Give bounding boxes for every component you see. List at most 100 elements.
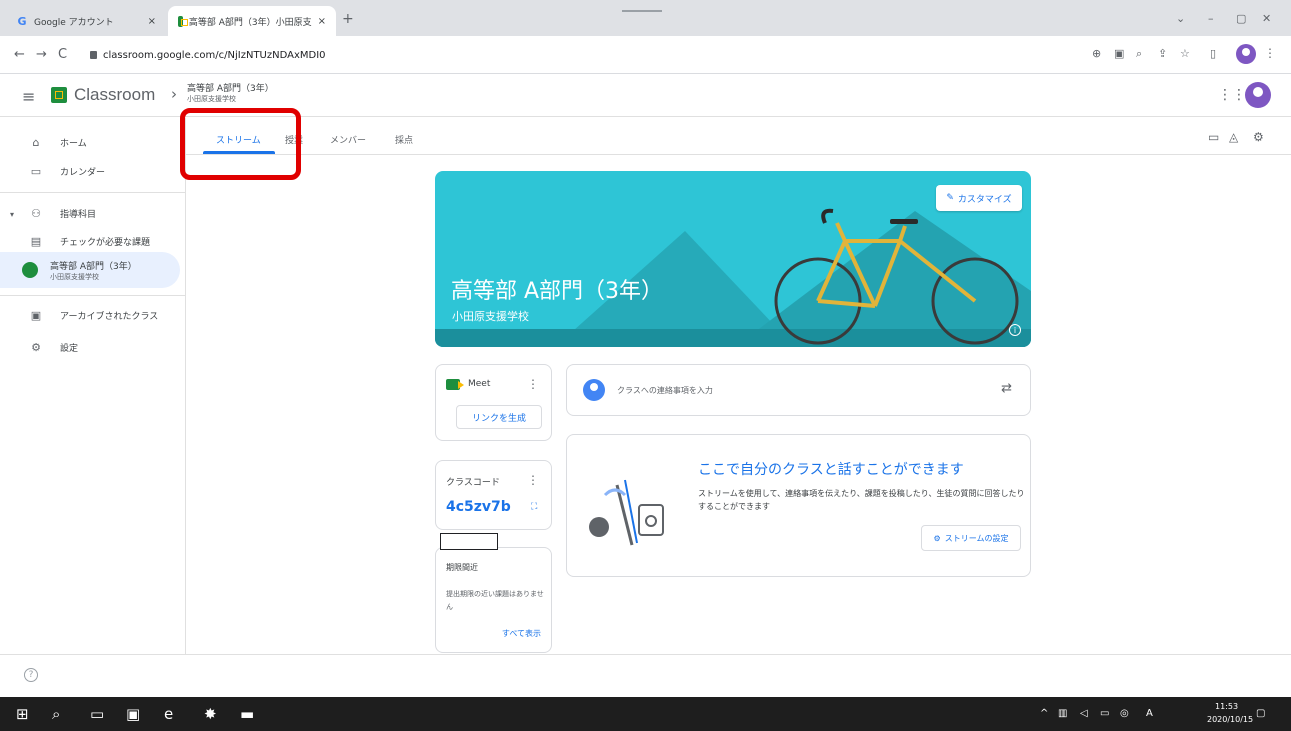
sidebar-item-label: 指導科目	[60, 209, 97, 220]
sidebar: ⌂ ホーム ▭ カレンダー ▾ ⚇ 指導科目 ▤ チェックが必要な課題 高等部 …	[0, 118, 186, 654]
stream-intro-card: ここで自分のクラスと話すことができます ストリームを使用して、連絡事項を伝えたり…	[566, 434, 1031, 577]
new-tab-button[interactable]: +	[342, 11, 354, 27]
network-icon[interactable]: ▥	[1058, 708, 1067, 719]
back-icon[interactable]: ←	[14, 47, 25, 62]
drive-folder-icon[interactable]: ◬	[1229, 130, 1238, 144]
sidebar-item-label: アーカイブされたクラス	[60, 311, 159, 322]
share-icon[interactable]: ⇪	[1158, 47, 1167, 60]
sidebar-item-label: ホーム	[60, 138, 87, 149]
gear-icon: ⚙	[933, 533, 941, 543]
close-window-icon[interactable]: ✕	[1262, 12, 1271, 25]
calendar-icon[interactable]: ▭	[1208, 130, 1219, 144]
zoom-icon[interactable]: ⌕	[1136, 47, 1142, 61]
see-all-link[interactable]: すべて表示	[502, 628, 541, 639]
meet-card: Meet ⋮ リンクを生成	[435, 364, 552, 441]
tab-close-icon[interactable]: ×	[318, 16, 326, 27]
main-menu-icon[interactable]: ≡	[22, 87, 35, 106]
paint-app-icon[interactable]: ✸	[204, 705, 217, 723]
sidebar-item-archived[interactable]: ▣ アーカイブされたクラス	[0, 298, 180, 332]
pencil-icon: ✎	[946, 193, 954, 203]
clock-time[interactable]: 11:53	[1215, 702, 1238, 711]
stream-illustration	[589, 479, 664, 546]
browser-tab-classroom[interactable]: 高等部 A部門（3年）小田原支 ×	[168, 6, 336, 36]
browser-tab-google-account[interactable]: G Google アカウント ×	[6, 6, 166, 36]
breadcrumb-school-name: 小田原支援学校	[187, 95, 236, 103]
file-explorer-icon[interactable]: ▬	[240, 705, 254, 723]
user-avatar	[583, 379, 605, 401]
windows-taskbar: ⊞ ⌕ ▭ ▣ e ✸ ▬ ^ ▥ ◁ ▭ ◎ A 11:53 2020/10/…	[0, 697, 1291, 731]
ime-icon[interactable]: ◎	[1120, 708, 1129, 719]
forward-icon[interactable]: →	[36, 47, 47, 62]
stream-settings-button[interactable]: ⚙ ストリームの設定	[921, 525, 1021, 551]
tab-title: 高等部 A部門（3年）小田原支	[188, 17, 312, 28]
red-highlight-frame	[180, 108, 301, 180]
account-avatar[interactable]	[1245, 82, 1271, 108]
announcement-placeholder[interactable]: クラスへの連絡事項を入力	[617, 385, 713, 396]
class-settings-icon[interactable]: ⚙	[1253, 130, 1264, 144]
sidebar-item-class[interactable]: 高等部 A部門（3年） 小田原支援学校	[0, 252, 180, 288]
search-icon[interactable]: ⌕	[52, 705, 60, 723]
class-code-card: クラスコード ⋮ 4c5zv7b ⛶	[435, 460, 552, 530]
tab-search-icon[interactable]: ⌄	[1176, 12, 1185, 25]
edge-browser-icon[interactable]: e	[164, 705, 173, 723]
sidebar-item-label: カレンダー	[60, 167, 106, 178]
browser-profile-icon[interactable]	[1236, 44, 1256, 64]
notification-icon[interactable]: ▢	[1256, 708, 1265, 719]
class-code-label: クラスコード	[446, 478, 500, 488]
url-text: classroom.google.com/c/NjIzNTUzNDAxMDI0	[103, 49, 326, 61]
tab-title: Google アカウント	[34, 17, 114, 28]
customize-button[interactable]: ✎ カスタマイズ	[936, 185, 1022, 211]
fullscreen-icon[interactable]: ⛶	[531, 502, 537, 512]
info-icon[interactable]: i	[1009, 324, 1021, 336]
tabs-divider	[186, 154, 1291, 155]
classroom-logo-icon[interactable]	[51, 87, 67, 103]
translate-icon[interactable]: ▣	[1114, 47, 1124, 60]
breadcrumb-chevron-icon: ›	[171, 85, 177, 103]
side-panel-icon[interactable]: ▯	[1210, 47, 1216, 60]
tab-people[interactable]: メンバー	[330, 133, 366, 146]
help-icon[interactable]: ?	[24, 668, 38, 682]
people-icon: ⚇	[31, 206, 41, 220]
banner-class-title: 高等部 A部門（3年）	[451, 279, 664, 304]
tab-grades[interactable]: 採点	[395, 133, 413, 146]
upcoming-card: 期限間近 提出期限の近い課題はありません すべて表示	[435, 547, 552, 653]
sidebar-item-label: 設定	[60, 343, 79, 354]
sidebar-divider	[0, 192, 186, 193]
sidebar-item-settings[interactable]: ⚙ 設定	[0, 330, 180, 364]
google-lens-icon[interactable]: ⊕	[1092, 47, 1101, 60]
announcement-box[interactable]: クラスへの連絡事項を入力 ⇄	[566, 364, 1031, 416]
address-bar[interactable]: classroom.google.com/c/NjIzNTUzNDAxMDI0	[80, 42, 1080, 68]
generate-link-button[interactable]: リンクを生成	[456, 405, 542, 429]
tray-chevron-icon[interactable]: ^	[1040, 708, 1048, 719]
speaker-icon[interactable]: ◁	[1080, 708, 1088, 719]
word-app-icon[interactable]: ▣	[126, 705, 140, 723]
minimize-icon[interactable]: –	[1208, 12, 1214, 25]
bookmark-star-icon[interactable]: ☆	[1180, 47, 1190, 60]
sidebar-item-calendar[interactable]: ▭ カレンダー	[0, 154, 180, 188]
class-avatar-icon	[22, 262, 38, 278]
sidebar-divider	[0, 295, 186, 296]
tab-close-icon[interactable]: ×	[148, 16, 156, 27]
clock-date[interactable]: 2020/10/15	[1207, 715, 1253, 724]
app-title[interactable]: Classroom	[74, 85, 155, 105]
browser-menu-icon[interactable]: ⋮	[1264, 46, 1276, 60]
window-drag-handle[interactable]	[622, 10, 662, 12]
redaction-box	[440, 533, 498, 550]
classroom-favicon-icon	[178, 15, 188, 27]
task-view-icon[interactable]: ▭	[90, 705, 104, 723]
page-bottom-divider	[0, 654, 1291, 655]
more-options-icon[interactable]: ⋮	[527, 377, 539, 391]
reload-icon[interactable]: C	[58, 47, 67, 62]
upcoming-label: 期限間近	[446, 563, 478, 572]
breadcrumb-class-name[interactable]: 高等部 A部門（3年）	[187, 81, 274, 94]
language-icon[interactable]: A	[1146, 708, 1153, 719]
repost-icon[interactable]: ⇄	[1001, 381, 1012, 396]
windows-start-icon[interactable]: ⊞	[16, 705, 29, 723]
browser-toolbar: ← → C classroom.google.com/c/NjIzNTUzNDA…	[0, 36, 1291, 74]
class-banner: 高等部 A部門（3年） 小田原支援学校 ✎ カスタマイズ i	[435, 171, 1031, 347]
upcoming-text: 提出期限の近い課題はありません	[446, 590, 544, 611]
sidebar-class-school: 小田原支援学校	[50, 272, 99, 281]
maximize-icon[interactable]: ▢	[1236, 12, 1246, 25]
more-options-icon[interactable]: ⋮	[527, 473, 539, 487]
battery-icon[interactable]: ▭	[1100, 708, 1109, 719]
